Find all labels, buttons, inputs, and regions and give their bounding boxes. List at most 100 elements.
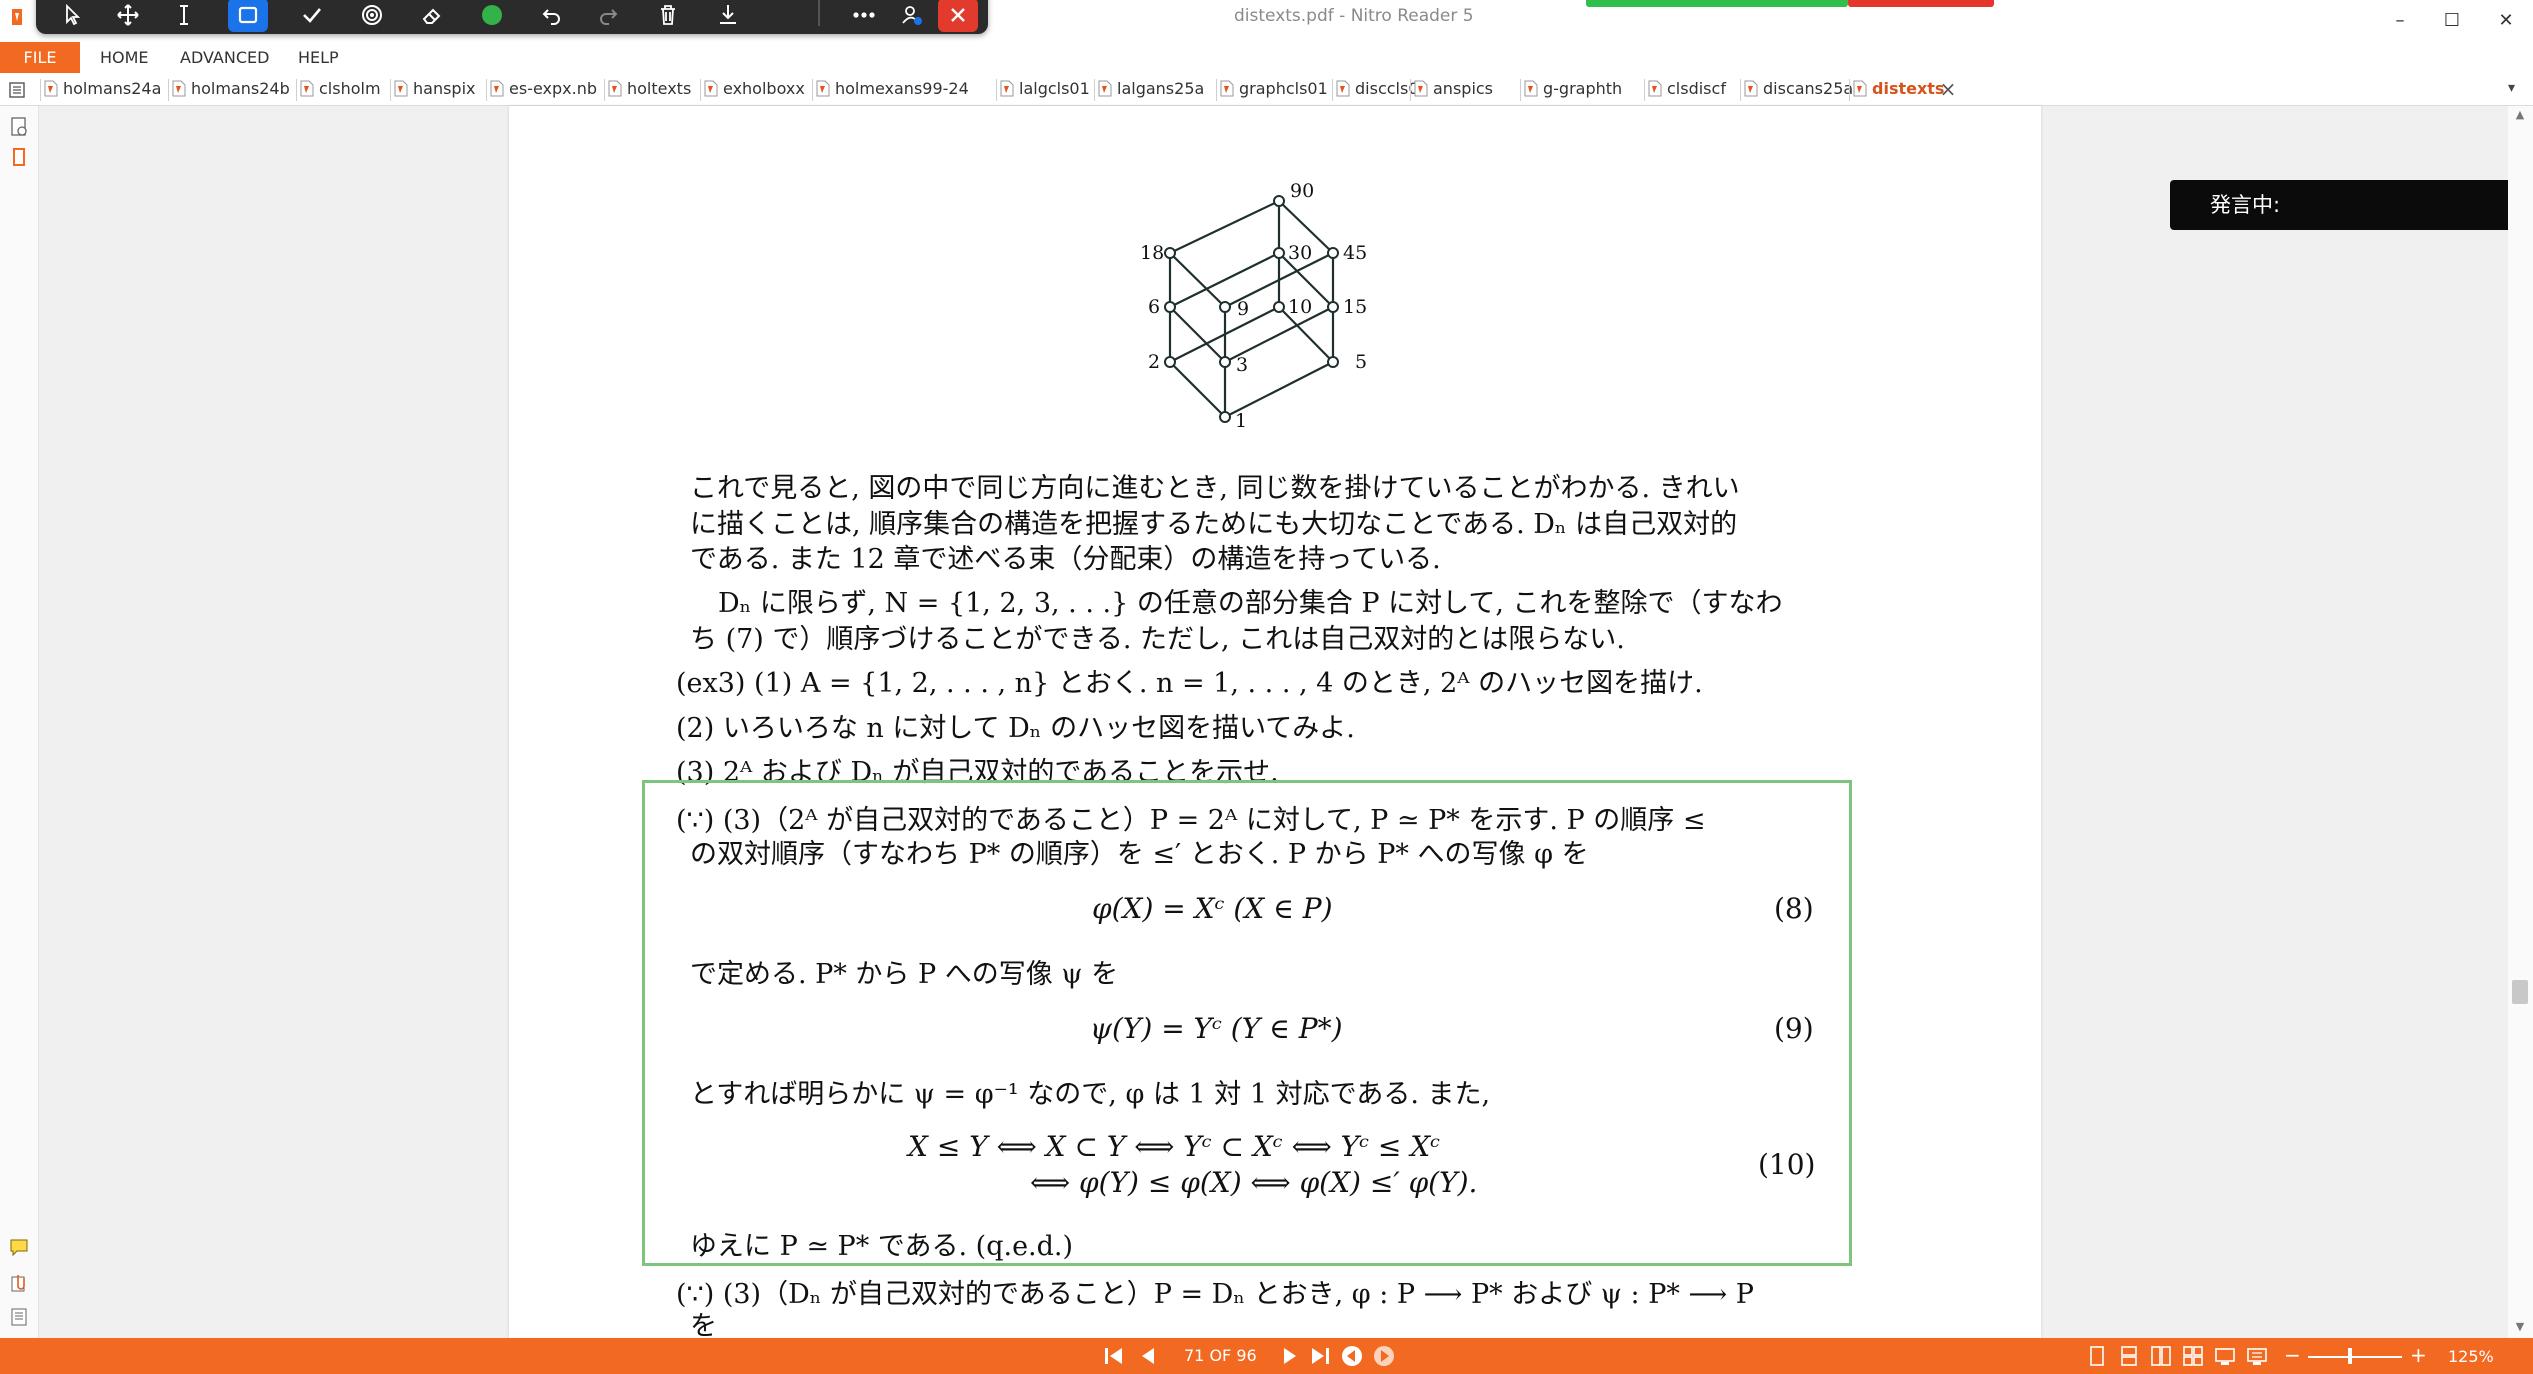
- facing-view-icon[interactable]: [2150, 1346, 2172, 1366]
- green-dot-icon[interactable]: [472, 0, 512, 32]
- close-window-button[interactable]: ✕: [2486, 4, 2526, 36]
- continuous-view-icon[interactable]: [2118, 1346, 2140, 1366]
- single-page-view-icon[interactable]: [2086, 1346, 2108, 1366]
- move-icon[interactable]: [108, 0, 148, 32]
- page-thumbnails-icon[interactable]: [8, 116, 30, 138]
- equation-10-line1: X ≤ Y ⟺ X ⊂ Y ⟺ Yᶜ ⊂ Xᶜ ⟺ Yᶜ ≤ Xᶜ: [908, 1130, 1441, 1163]
- tab-lalgcls01[interactable]: lalgcls01: [1000, 77, 1090, 101]
- tab-clsdiscf[interactable]: clsdiscf: [1648, 77, 1726, 101]
- pdf-file-icon: [1648, 80, 1662, 97]
- previous-view-icon[interactable]: [1340, 1345, 1364, 1367]
- close-tab-button[interactable]: ×: [1937, 78, 1959, 100]
- previous-page-icon[interactable]: [1136, 1345, 1160, 1367]
- equation-9: ψ(Y) = Yᶜ (Y ∈ P*): [1090, 1012, 1343, 1045]
- tab-clsholm[interactable]: clsholm: [300, 77, 381, 101]
- tab-lalgans25a[interactable]: lalgans25a: [1098, 77, 1204, 101]
- trash-icon[interactable]: [648, 0, 688, 32]
- tab-exholboxx[interactable]: exholboxx: [704, 77, 805, 101]
- tab-graphcls01[interactable]: graphcls01: [1220, 77, 1328, 101]
- tab-hanspix[interactable]: hanspix: [394, 77, 476, 101]
- tab-es-expx-nb[interactable]: es-expx.nb: [490, 77, 597, 101]
- zoom-out-button[interactable]: −: [2284, 1343, 2301, 1367]
- text-cursor-icon[interactable]: [164, 0, 204, 32]
- fit-page-icon[interactable]: [2246, 1346, 2268, 1366]
- zoom-slider-thumb[interactable]: [2348, 1348, 2352, 1364]
- tab-separator: [1410, 79, 1411, 101]
- speaking-overlay: 発言中:: [2170, 180, 2512, 230]
- last-page-icon[interactable]: [1308, 1345, 1332, 1367]
- target-icon[interactable]: [352, 0, 392, 32]
- facing-continuous-view-icon[interactable]: [2182, 1346, 2204, 1366]
- pdf-file-icon: [608, 80, 622, 97]
- layers-icon[interactable]: [8, 1306, 30, 1328]
- select-arrow-icon[interactable]: [52, 0, 92, 32]
- pdf-file-icon: [394, 80, 408, 97]
- tab-separator: [604, 79, 605, 101]
- annotation-toolbar: [36, 0, 988, 34]
- tab-separator: [1849, 79, 1850, 101]
- tab-label: exholboxx: [723, 79, 805, 98]
- exercise-3-1: (ex3) (1) A = {1, 2, . . . , n} とおく. n =…: [676, 668, 1703, 699]
- close-icon[interactable]: [938, 0, 978, 32]
- tab-g-graphth[interactable]: g-graphth: [1524, 77, 1622, 101]
- zoom-level[interactable]: 125%: [2448, 1347, 2494, 1366]
- next-page-icon[interactable]: [1278, 1345, 1302, 1367]
- menu-home[interactable]: HOME: [100, 42, 149, 73]
- tab-label: hanspix: [413, 79, 476, 98]
- first-page-icon[interactable]: [1102, 1345, 1126, 1367]
- scroll-down-arrow-icon[interactable]: ▼: [2513, 1320, 2527, 1334]
- tab-label: clsdiscf: [1667, 79, 1726, 98]
- download-icon[interactable]: [708, 0, 748, 32]
- menu-bar: FILE HOME ADVANCED HELP: [0, 42, 2533, 73]
- redo-icon[interactable]: [588, 0, 628, 32]
- bookmarks-icon[interactable]: [8, 146, 30, 168]
- tab-label: graphcls01: [1239, 79, 1328, 98]
- tab-separator: [1094, 79, 1095, 101]
- equation-9-number: (9): [1774, 1012, 1814, 1045]
- scroll-up-arrow-icon[interactable]: ▲: [2513, 108, 2527, 122]
- menu-help[interactable]: HELP: [298, 42, 339, 73]
- page-number-display[interactable]: 71 OF 96: [1184, 1346, 1257, 1365]
- tab-discans25a[interactable]: discans25a: [1744, 77, 1853, 101]
- eraser-icon[interactable]: [412, 0, 452, 32]
- pdf-file-icon: [1414, 80, 1428, 97]
- node-label-6: 6: [1148, 296, 1160, 318]
- hasse-diagram: 90 18 30 45 6 9 10 15 2 3 5 1: [1140, 180, 1367, 432]
- recording-indicator-green: [1586, 0, 1848, 7]
- proof-line2: の双対順序（すなわち P* の順序）を ≤′ とおく. P から P* への写像…: [690, 839, 1589, 870]
- menu-file[interactable]: FILE: [0, 42, 80, 73]
- undo-icon[interactable]: [532, 0, 572, 32]
- tab-holtexts[interactable]: holtexts: [608, 77, 691, 101]
- tab-overflow-chevron-icon[interactable]: ▾: [2508, 80, 2528, 100]
- node-label-18: 18: [1140, 242, 1164, 264]
- tab-holmans24b[interactable]: holmans24b: [172, 77, 290, 101]
- vertical-scrollbar[interactable]: [2508, 106, 2533, 1338]
- window-title: distexts.pdf - Nitro Reader 5: [1234, 6, 1474, 26]
- maximize-button[interactable]: ☐: [2432, 4, 2472, 36]
- para1-line1: これで見ると, 図の中で同じ方向に進むとき, 同じ数を掛けていることがわかる. …: [690, 473, 1740, 504]
- zoom-slider-track[interactable]: [2308, 1356, 2402, 1358]
- person-settings-icon[interactable]: [892, 0, 932, 32]
- document-list-icon[interactable]: [8, 81, 26, 99]
- tab-anspics[interactable]: anspics: [1414, 77, 1493, 101]
- tab-holmans24a[interactable]: holmans24a: [44, 77, 161, 101]
- rectangle-icon[interactable]: [228, 0, 268, 32]
- next-view-icon[interactable]: [1372, 1345, 1396, 1367]
- tab-separator: [996, 79, 997, 101]
- checkmark-icon[interactable]: [292, 0, 332, 32]
- tab-distexts[interactable]: distexts: [1853, 77, 1944, 101]
- tab-label: clsholm: [319, 79, 381, 98]
- menu-advanced[interactable]: ADVANCED: [180, 42, 269, 73]
- fit-width-icon[interactable]: [2214, 1346, 2236, 1366]
- tab-holmexans99-24[interactable]: holmexans99-24: [816, 77, 969, 101]
- scrollbar-thumb[interactable]: [2512, 980, 2528, 1004]
- tab-separator: [390, 79, 391, 101]
- more-icon[interactable]: [844, 0, 884, 32]
- comments-icon[interactable]: [8, 1236, 30, 1258]
- node-label-1: 1: [1235, 410, 1247, 432]
- pdf-file-icon: [1220, 80, 1234, 97]
- pdf-file-icon: [44, 80, 58, 97]
- minimize-button[interactable]: –: [2380, 4, 2420, 36]
- zoom-in-button[interactable]: +: [2410, 1343, 2427, 1367]
- attachments-icon[interactable]: [8, 1272, 30, 1294]
